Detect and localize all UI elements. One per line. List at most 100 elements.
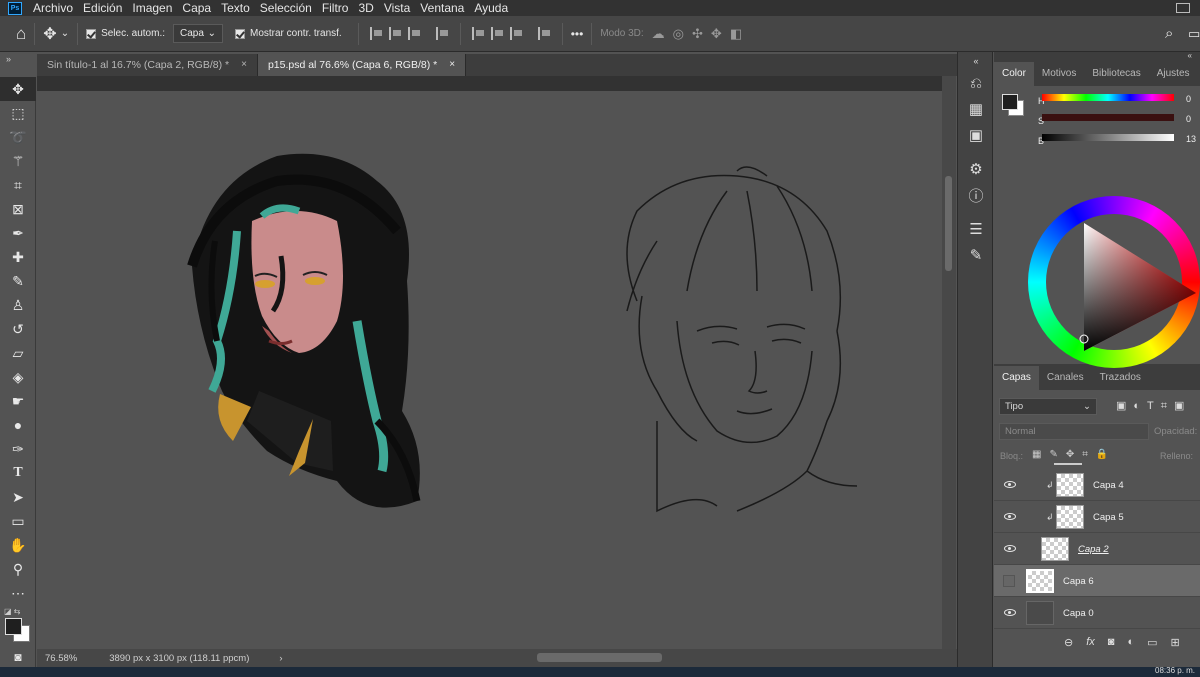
brush-tool-icon[interactable]: ✎ bbox=[0, 269, 36, 293]
pen-tool-icon[interactable]: ✑ bbox=[0, 437, 36, 461]
tab-bibliotecas[interactable]: Bibliotecas bbox=[1084, 62, 1148, 86]
lock-icons[interactable]: ▦✎✥⌗🔒 bbox=[1032, 449, 1116, 460]
menu-edicion[interactable]: Edición bbox=[78, 1, 127, 15]
layer-row-capa-4[interactable]: ↲ Capa 4 bbox=[994, 469, 1200, 501]
color-swatches[interactable]: ◪ ⇆ bbox=[0, 605, 35, 645]
tab-motivos[interactable]: Motivos bbox=[1034, 62, 1084, 86]
menu-ventana[interactable]: Ventana bbox=[415, 1, 469, 15]
search-icon[interactable]: ⌕ bbox=[1165, 25, 1173, 42]
history-brush-tool-icon[interactable]: ↺ bbox=[0, 317, 36, 341]
restore-window-icon[interactable] bbox=[1176, 3, 1190, 13]
fx-icon[interactable]: fx bbox=[1086, 636, 1095, 649]
more-options-icon[interactable]: ••• bbox=[571, 27, 584, 41]
menu-capa[interactable]: Capa bbox=[177, 1, 216, 15]
crop-tool-icon[interactable]: ⌗ bbox=[0, 173, 36, 197]
layer-row-capa-2[interactable]: Capa 2 bbox=[994, 533, 1200, 565]
hand-tool-icon[interactable]: ✋ bbox=[0, 533, 36, 557]
adjustment-layer-icon[interactable]: ◐ bbox=[1127, 636, 1134, 649]
align-middle-icon[interactable] bbox=[490, 27, 504, 40]
hue-value[interactable]: 0 bbox=[1186, 94, 1191, 104]
layer-name[interactable]: Capa 4 bbox=[1093, 480, 1124, 491]
layer-name[interactable]: Capa 2 bbox=[1078, 544, 1109, 555]
healing-brush-tool-icon[interactable]: ✚ bbox=[0, 245, 36, 269]
hue-slider[interactable] bbox=[1042, 94, 1174, 101]
foreground-color-swatch[interactable] bbox=[5, 618, 22, 635]
distribute-vertical-icon[interactable] bbox=[537, 27, 551, 40]
frame-tool-icon[interactable]: ⊠ bbox=[0, 197, 36, 221]
swatches-panel-icon[interactable]: ▦ bbox=[958, 96, 994, 122]
menu-seleccion[interactable]: Selección bbox=[255, 1, 317, 15]
menu-imagen[interactable]: Imagen bbox=[127, 1, 177, 15]
gradients-panel-icon[interactable]: ▣ bbox=[958, 122, 994, 148]
align-top-icon[interactable] bbox=[471, 27, 485, 40]
brush-settings-panel-icon[interactable]: ✎ bbox=[958, 242, 994, 268]
menu-filtro[interactable]: Filtro bbox=[317, 1, 354, 15]
checkbox-checked-icon[interactable] bbox=[235, 28, 245, 39]
adjustments-panel-icon[interactable]: ☰ bbox=[958, 216, 994, 242]
camera-3d-icon[interactable]: ◧ bbox=[730, 26, 742, 42]
layer-row-capa-5[interactable]: ↲ Capa 5 bbox=[994, 501, 1200, 533]
color-triangle[interactable] bbox=[1054, 221, 1200, 355]
info-panel-icon[interactable]: ⓘ bbox=[958, 182, 994, 208]
show-transform-checkbox[interactable]: Mostrar contr. transf. bbox=[235, 28, 342, 39]
eye-icon[interactable] bbox=[1004, 513, 1016, 520]
eye-icon[interactable] bbox=[1004, 609, 1016, 616]
orbit-3d-icon[interactable]: ☁ bbox=[652, 26, 665, 42]
move-tool-icon[interactable]: ✥ bbox=[0, 77, 36, 101]
eyedropper-tool-icon[interactable]: ✒ bbox=[0, 221, 36, 245]
align-left-icon[interactable] bbox=[369, 27, 383, 40]
blend-mode-dropdown[interactable]: Normal bbox=[999, 423, 1149, 440]
collapse-icon[interactable]: « bbox=[994, 52, 1200, 60]
clone-stamp-tool-icon[interactable]: ♙ bbox=[0, 293, 36, 317]
distribute-icon[interactable] bbox=[435, 27, 449, 40]
layer-name[interactable]: Capa 6 bbox=[1063, 576, 1094, 587]
vertical-scrollbar[interactable] bbox=[942, 76, 956, 649]
eye-icon[interactable] bbox=[1004, 481, 1016, 488]
align-bottom-icon[interactable] bbox=[509, 27, 523, 40]
layer-filter-icons[interactable]: ▣◐T⌗▣ bbox=[1116, 399, 1191, 413]
group-icon[interactable]: ▭ bbox=[1147, 636, 1157, 649]
path-selection-tool-icon[interactable]: ➤ bbox=[0, 485, 36, 509]
saturation-value[interactable]: 0 bbox=[1186, 114, 1191, 124]
lasso-tool-icon[interactable]: ➰ bbox=[0, 125, 36, 149]
status-menu-icon[interactable]: › bbox=[279, 653, 282, 664]
horizontal-scrollbar-thumb[interactable] bbox=[537, 653, 662, 662]
smudge-tool-icon[interactable]: ☛ bbox=[0, 389, 36, 413]
quick-mask-icon[interactable]: ◙ bbox=[0, 645, 36, 669]
home-icon[interactable]: ⌂ bbox=[16, 24, 26, 44]
mask-icon[interactable]: ◙ bbox=[1108, 636, 1115, 649]
menu-3d[interactable]: 3D bbox=[353, 1, 378, 15]
tab-ajustes[interactable]: Ajustes bbox=[1149, 62, 1198, 86]
brightness-slider[interactable] bbox=[1042, 134, 1174, 141]
eye-icon[interactable] bbox=[1004, 545, 1016, 552]
properties-panel-icon[interactable]: ⚙ bbox=[958, 156, 994, 182]
roll-3d-icon[interactable]: ◎ bbox=[673, 26, 684, 42]
type-tool-icon[interactable]: T bbox=[0, 461, 36, 485]
scrollbar-thumb[interactable] bbox=[945, 176, 952, 271]
visibility-toggle-off[interactable] bbox=[1003, 575, 1015, 587]
history-panel-icon[interactable]: ⎌ bbox=[958, 70, 994, 96]
document-canvas[interactable] bbox=[37, 91, 942, 649]
menu-vista[interactable]: Vista bbox=[379, 1, 415, 15]
brightness-value[interactable]: 13 bbox=[1186, 134, 1196, 144]
layer-name[interactable]: Capa 5 bbox=[1093, 512, 1124, 523]
paint-bucket-tool-icon[interactable]: ◈ bbox=[0, 365, 36, 389]
layer-row-capa-6[interactable]: Capa 6 bbox=[994, 565, 1200, 597]
layer-row-capa-0[interactable]: Capa 0 bbox=[994, 597, 1200, 629]
eraser-tool-icon[interactable]: ▱ bbox=[0, 341, 36, 365]
slide-3d-icon[interactable]: ✥ bbox=[711, 26, 722, 42]
checkbox-checked-icon[interactable] bbox=[86, 28, 97, 39]
zoom-level[interactable]: 76.58% bbox=[45, 653, 77, 664]
dodge-tool-icon[interactable]: ● bbox=[0, 413, 36, 437]
tab-color[interactable]: Color bbox=[994, 62, 1034, 86]
close-icon[interactable]: × bbox=[241, 54, 247, 76]
rectangle-tool-icon[interactable]: ▭ bbox=[0, 509, 36, 533]
menu-ayuda[interactable]: Ayuda bbox=[469, 1, 513, 15]
marquee-tool-icon[interactable]: ⬚ bbox=[0, 101, 36, 125]
align-center-icon[interactable] bbox=[388, 27, 402, 40]
more-tools-icon[interactable]: ⋯ bbox=[0, 581, 36, 605]
expand-panels-icon[interactable]: « bbox=[958, 52, 994, 70]
auto-select-target-dropdown[interactable]: Capa ⌄ bbox=[173, 24, 223, 43]
tab-canales[interactable]: Canales bbox=[1039, 366, 1092, 390]
move-tool-icon[interactable]: ✥ bbox=[43, 24, 56, 44]
